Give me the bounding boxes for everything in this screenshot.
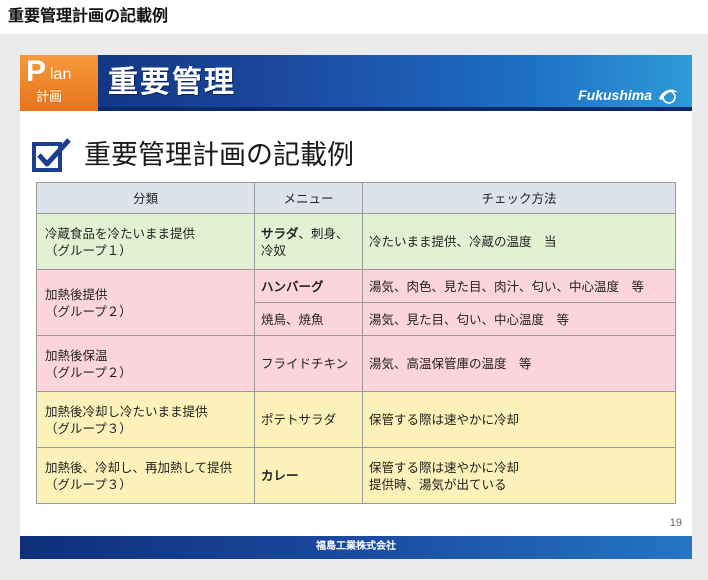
menu-bold: ハンバーグ: [261, 278, 324, 294]
plan-table: 分類 メニュー チェック方法 冷蔵食品を冷たいまま提供 （グループ１） サラダ、…: [36, 182, 676, 504]
header-menu: メニュー: [254, 182, 363, 214]
category-cell: 加熱後保温 （グループ２）: [36, 335, 255, 392]
category-cell: 加熱後、冷却し、再加熱して提供 （グループ３）: [36, 447, 255, 504]
check-cell: 湯気、見た目、匂い、中心温度 等: [362, 302, 676, 336]
check-cell: 湯気、肉色、見た目、肉汁、匂い、中心温度 等: [362, 269, 676, 303]
page-number: 19: [669, 517, 682, 529]
header-category: 分類: [36, 182, 255, 214]
menu-cell: ハンバーグ: [254, 269, 363, 303]
footer-company: 福島工業株式会社: [316, 541, 396, 552]
menu-text: 焼鳥、焼魚: [261, 311, 324, 327]
checkbox-checked-icon: [32, 138, 71, 172]
menu-text: ポテトサラダ: [261, 412, 337, 427]
menu-cell: 焼鳥、焼魚: [254, 302, 363, 336]
check-cell: 保管する際は速やかに冷却: [362, 391, 676, 448]
plan-rest: lan: [50, 66, 72, 83]
group-text: （グループ２）: [45, 304, 132, 319]
table-row: 加熱後保温 （グループ２） フライドチキン 湯気、高温保管庫の温度 等: [36, 335, 676, 392]
category-cell: 加熱後冷却し冷たいまま提供 （グループ３）: [36, 391, 255, 448]
table-row: 加熱後冷却し冷たいまま提供 （グループ３） ポテトサラダ 保管する際は速やかに冷…: [36, 391, 676, 448]
table-row: 加熱後、冷却し、再加熱して提供 （グループ３） カレー 保管する際は速やかに冷却…: [36, 447, 676, 504]
group-text: （グループ２）: [45, 364, 132, 380]
menu-bold: サラダ: [261, 225, 299, 241]
menu-cell: ポテトサラダ: [254, 391, 363, 448]
category-text: 加熱後、冷却し、再加熱して提供: [45, 459, 233, 475]
category-cell: 加熱後提供 （グループ２）: [36, 269, 255, 336]
table-header-row: 分類 メニュー チェック方法: [36, 182, 676, 214]
plan-badge: P lan 計画: [20, 55, 98, 111]
slide: P lan 計画 重要管理 Fukushima 重要管理計画の記載例 分類 メニ…: [20, 55, 692, 559]
banner-title: 重要管理: [108, 65, 236, 100]
menu-cell: サラダ、刺身、冷奴: [254, 213, 363, 270]
check-cell: 保管する際は速やかに冷却 提供時、湯気が出ている: [362, 447, 676, 504]
check-cell: 湯気、高温保管庫の温度 等: [362, 335, 676, 392]
category-text: 加熱後保温: [45, 347, 108, 363]
check-text: 提供時、湯気が出ている: [369, 476, 507, 492]
menu-cell: フライドチキン: [254, 335, 363, 392]
banner-stripe: [20, 107, 692, 111]
group-text: （グループ３）: [45, 420, 132, 436]
plan-kanji: 計画: [36, 90, 63, 105]
group-text: （グループ１）: [45, 242, 132, 258]
group-text: （グループ３）: [45, 476, 132, 492]
header-check-method: チェック方法: [362, 182, 676, 214]
swoosh-icon: [659, 89, 678, 104]
check-text: 保管する際は速やかに冷却: [369, 459, 520, 475]
table-row: 冷蔵食品を冷たいまま提供 （グループ１） サラダ、刺身、冷奴 冷たいまま提供、冷…: [36, 213, 676, 270]
menu-bold: カレー: [261, 468, 299, 483]
table-row: 加熱後提供 （グループ２） ハンバーグ 湯気、肉色、見た目、肉汁、匂い、中心温度…: [36, 269, 676, 336]
category-cell: 冷蔵食品を冷たいまま提供 （グループ１）: [36, 213, 255, 270]
menu-cell: カレー: [254, 447, 363, 504]
brand-logo-text: Fukushima: [578, 87, 652, 103]
slide-title: 重要管理計画の記載例: [84, 140, 354, 171]
plan-letter: P: [26, 55, 47, 88]
menu-text: フライドチキン: [261, 356, 349, 371]
category-text: 加熱後冷却し冷たいまま提供: [45, 403, 208, 419]
category-text: 冷蔵食品を冷たいまま提供: [45, 225, 196, 241]
category-text: 加熱後提供: [45, 287, 108, 302]
check-cell: 冷たいまま提供、冷蔵の温度 当: [362, 213, 676, 270]
footer-bar: 福島工業株式会社: [20, 536, 692, 559]
page-heading: 重要管理計画の記載例: [8, 6, 169, 25]
